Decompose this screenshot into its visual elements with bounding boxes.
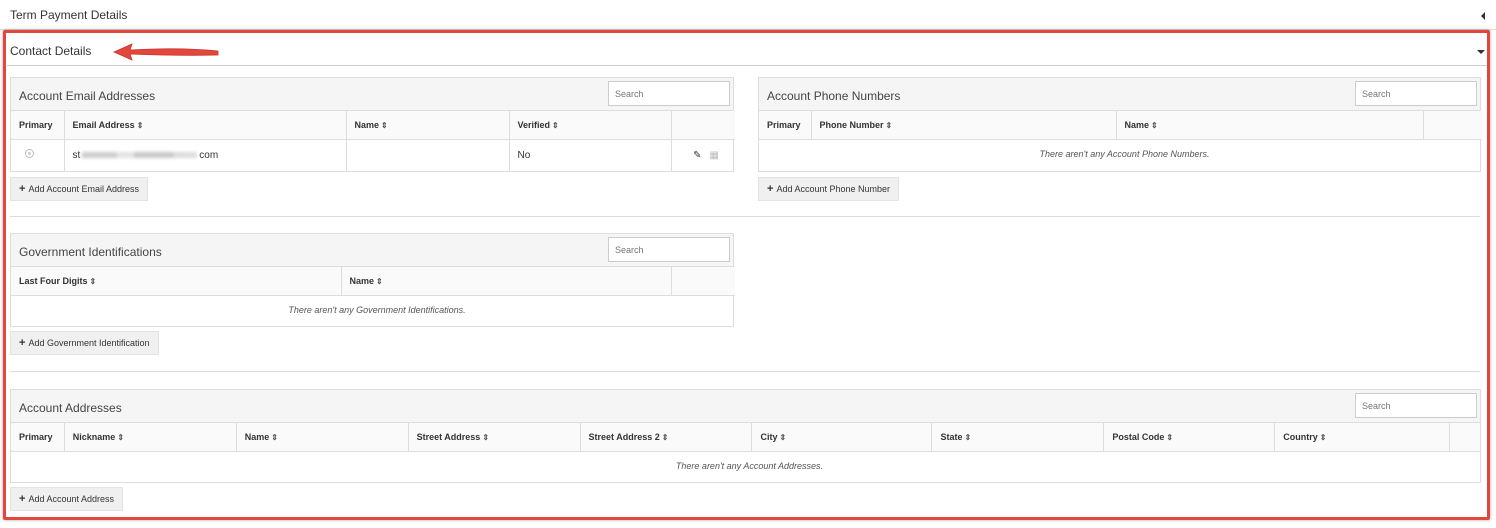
table-row: There aren't any Account Phone Numbers.	[759, 139, 1482, 169]
table-row: There aren't any Government Identificati…	[11, 295, 735, 325]
column-header-country[interactable]: Country ⇕	[1274, 423, 1451, 452]
column-header-actions	[1423, 111, 1482, 140]
add-account-phone-number-button[interactable]: + Add Account Phone Number	[758, 177, 900, 201]
address-table: Primary Nickname ⇕ Name ⇕ Street Address ⇕ …	[11, 423, 1480, 481]
panel-header: Government Identifications	[11, 234, 733, 267]
section-divider	[10, 371, 1480, 372]
sort-icon[interactable]: ⇕	[552, 121, 559, 130]
add-account-email-address-button[interactable]: + Add Account Email Address	[10, 177, 148, 201]
sort-icon[interactable]: ⇕	[381, 121, 388, 130]
government-identifications-panel: Government Identifications Last Four Dig…	[10, 233, 735, 327]
government-id-search-input[interactable]	[608, 237, 730, 262]
plus-icon: +	[19, 183, 26, 195]
account-addresses-panel: Account Addresses Primary Nickname⇕ Name…	[10, 389, 1481, 483]
panel-header: Account Email Addresses	[11, 78, 733, 111]
sort-icon[interactable]: ⇕	[137, 121, 144, 130]
sort-icon[interactable]: ⇕	[1166, 433, 1173, 442]
table-header-row: Last Four Digits ⇕ Name ⇕	[11, 267, 735, 296]
plus-icon: +	[19, 493, 26, 505]
account-email-addresses-panel: Account Email Addresses Primary Email Ad…	[10, 77, 735, 172]
annotation-arrow-icon	[113, 43, 219, 61]
column-header-verified[interactable]: Verified ⇕	[509, 111, 672, 140]
plus-icon: +	[19, 337, 26, 349]
email-cell: st com	[64, 139, 347, 171]
phone-search-input[interactable]	[1355, 81, 1477, 106]
trash-icon[interactable]: ▦	[710, 150, 719, 161]
panel-title: Account Addresses	[19, 401, 122, 415]
add-government-identification-button[interactable]: + Add Government Identification	[10, 331, 159, 355]
sort-icon[interactable]: ⇕	[1320, 433, 1327, 442]
plus-icon: +	[767, 183, 774, 195]
column-header-primary[interactable]: Primary	[759, 111, 812, 140]
column-header-primary[interactable]: Primary	[11, 111, 65, 140]
table-header-row: Primary Phone Number ⇕ Name ⇕	[759, 111, 1482, 140]
verified-cell: No	[509, 139, 672, 171]
column-header-name[interactable]: Name ⇕	[1116, 111, 1424, 140]
table-row: There aren't any Account Addresses.	[11, 451, 1480, 481]
contact-details-header[interactable]: Contact Details	[7, 33, 1487, 66]
sort-icon[interactable]: ⇕	[662, 433, 669, 442]
panel-header: Account Phone Numbers	[759, 78, 1480, 111]
column-header-primary[interactable]: Primary	[11, 423, 65, 452]
sort-icon[interactable]: ⇕	[779, 433, 786, 442]
add-account-address-button[interactable]: + Add Account Address	[10, 487, 123, 511]
sort-icon[interactable]: ⇕	[964, 433, 971, 442]
panel-title: Account Phone Numbers	[767, 89, 901, 103]
edit-pencil-icon[interactable]: ✎	[693, 150, 701, 161]
primary-radio[interactable]	[25, 149, 34, 159]
table-row: st com No ✎ ▦	[11, 139, 735, 171]
panel-header: Account Addresses	[11, 390, 1480, 423]
sort-icon[interactable]: ⇕	[117, 433, 124, 442]
sort-icon[interactable]: ⇕	[482, 433, 489, 442]
empty-message: There aren't any Account Phone Numbers.	[1039, 149, 1210, 160]
sort-icon[interactable]: ⇕	[886, 121, 893, 130]
email-table: Primary Email Address ⇕ Name ⇕ Verified ⇕ s…	[11, 111, 735, 171]
government-id-table: Last Four Digits ⇕ Name ⇕ There aren't any…	[11, 267, 735, 325]
column-header-street-address[interactable]: Street Address ⇕	[408, 423, 581, 452]
column-header-postal-code[interactable]: Postal Code ⇕	[1103, 423, 1276, 452]
sort-icon[interactable]: ⇕	[1151, 121, 1158, 130]
column-header-actions	[1449, 423, 1480, 452]
column-header-name[interactable]: Name ⇕	[236, 423, 409, 452]
column-header-phone-number[interactable]: Phone Number ⇕	[811, 111, 1117, 140]
panel-title: Government Identifications	[19, 245, 162, 259]
table-header-row: Primary Email Address ⇕ Name ⇕ Verified ⇕	[11, 111, 735, 140]
email-search-input[interactable]	[608, 81, 730, 106]
column-header-email-address[interactable]: Email Address ⇕	[64, 111, 347, 140]
table-header-row: Primary Nickname ⇕ Name ⇕ Street Address ⇕ …	[11, 423, 1480, 452]
column-header-last-four-digits[interactable]: Last Four Digits ⇕	[11, 267, 342, 296]
sort-icon[interactable]: ⇕	[90, 277, 97, 286]
name-cell	[346, 139, 510, 171]
column-header-street-address-2[interactable]: Street Address 2 ⇕	[580, 423, 753, 452]
panel-title: Account Email Addresses	[19, 89, 156, 103]
actions-cell: ✎ ▦	[671, 139, 735, 171]
caret-left-icon[interactable]	[1481, 12, 1485, 20]
column-header-name[interactable]: Name ⇕	[341, 267, 672, 296]
redacted-email-segment	[82, 152, 198, 159]
column-header-city[interactable]: City ⇕	[751, 423, 933, 452]
account-phone-numbers-panel: Account Phone Numbers Primary Phone Numb…	[758, 77, 1482, 172]
sort-icon[interactable]: ⇕	[376, 277, 383, 286]
column-header-actions	[671, 111, 735, 140]
column-header-name[interactable]: Name ⇕	[346, 111, 510, 140]
empty-message: There aren't any Government Identificati…	[288, 305, 466, 316]
column-header-state[interactable]: State ⇕	[931, 423, 1105, 452]
section-divider	[10, 216, 1480, 217]
caret-down-icon[interactable]	[1477, 50, 1485, 54]
column-header-actions	[671, 267, 735, 296]
term-payment-details-title: Term Payment Details	[10, 8, 128, 22]
phone-table: Primary Phone Number ⇕ Name ⇕ There aren't…	[759, 111, 1482, 169]
sort-icon[interactable]: ⇕	[271, 433, 278, 442]
contact-details-title: Contact Details	[10, 44, 92, 58]
address-search-input[interactable]	[1355, 393, 1477, 418]
term-payment-details-header[interactable]: Term Payment Details	[0, 0, 1496, 30]
empty-message: There aren't any Account Addresses.	[675, 461, 824, 472]
column-header-nickname[interactable]: Nickname ⇕	[64, 423, 237, 452]
